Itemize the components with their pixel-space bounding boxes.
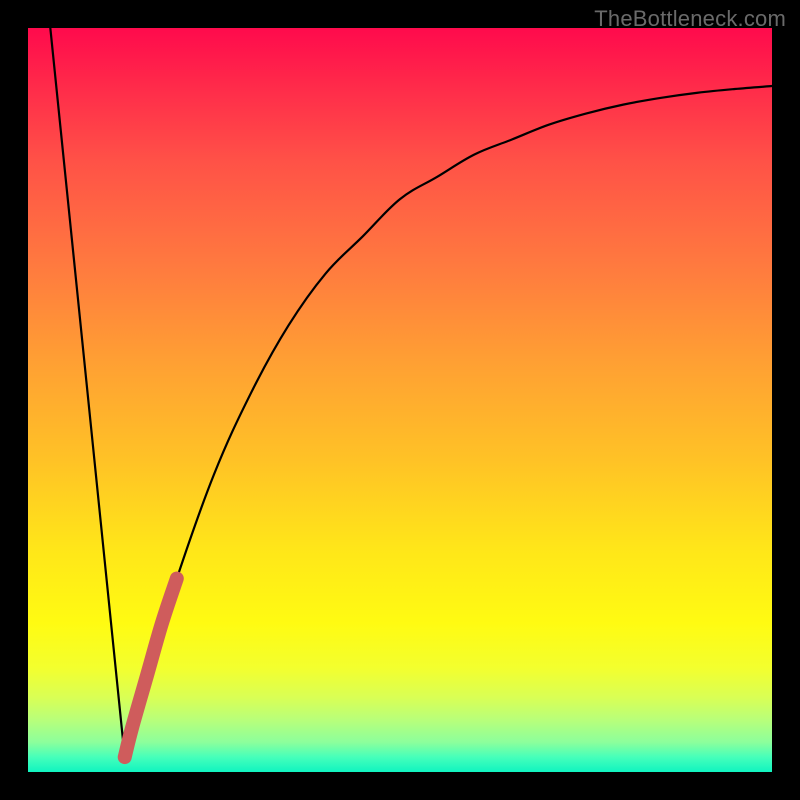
chart-svg bbox=[28, 28, 772, 772]
series-descending bbox=[50, 28, 124, 757]
series-ascending bbox=[125, 86, 772, 757]
series-highlight bbox=[125, 579, 177, 758]
chart-frame: TheBottleneck.com bbox=[0, 0, 800, 800]
plot-area bbox=[28, 28, 772, 772]
watermark-label: TheBottleneck.com bbox=[594, 6, 786, 32]
